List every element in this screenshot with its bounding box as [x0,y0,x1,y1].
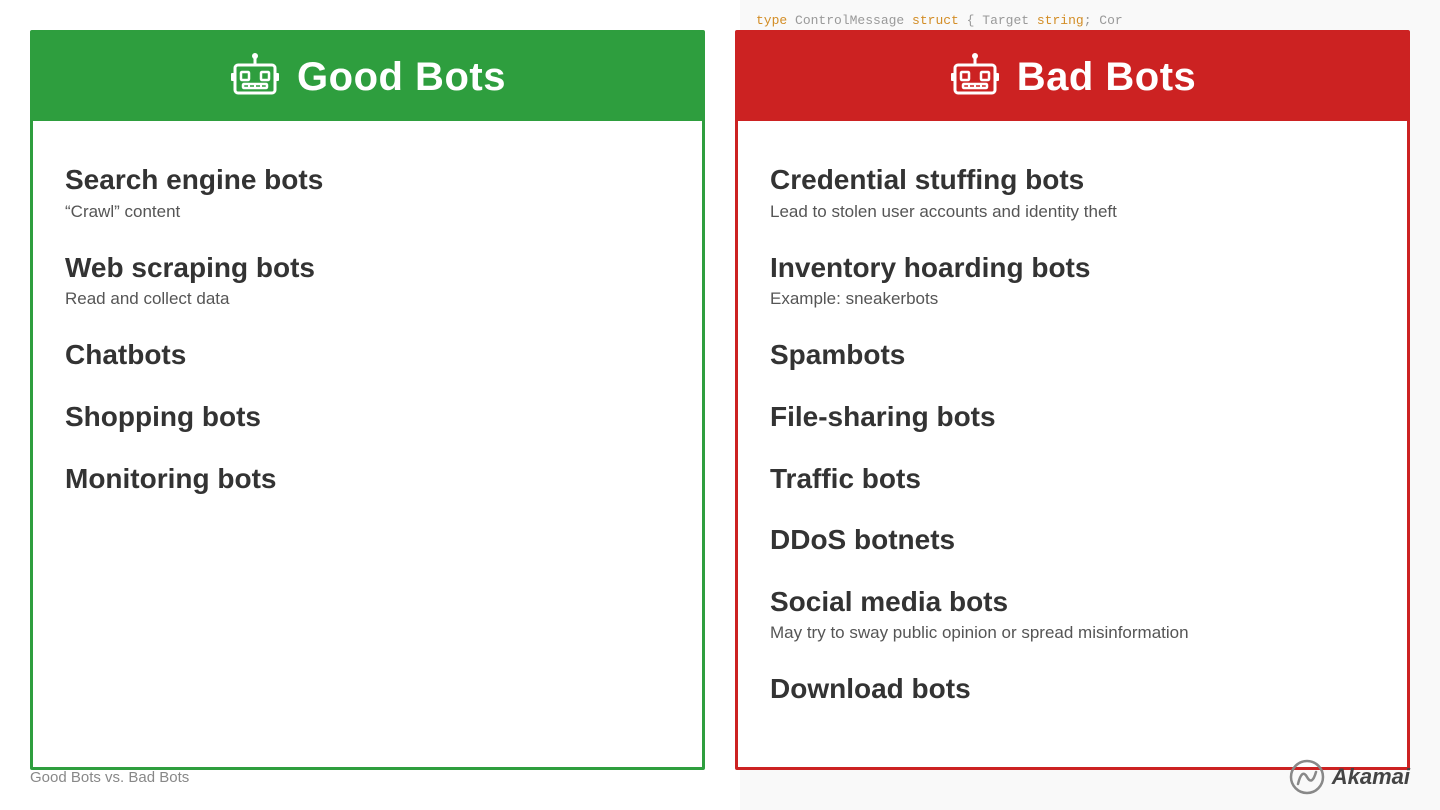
list-item: Chatbots [65,324,670,386]
list-item: Shopping bots [65,386,670,448]
bot-name: Inventory hoarding bots [770,251,1375,285]
akamai-logo: Akamai [1288,758,1410,796]
bot-desc: Example: sneakerbots [770,288,1375,310]
akamai-text: Akamai [1332,764,1410,790]
list-item: Search engine bots “Crawl” content [65,149,670,237]
list-item: Download bots [770,658,1375,720]
bot-name: Shopping bots [65,400,670,434]
good-bots-header: Good Bots [33,33,702,121]
bad-bots-title: Bad Bots [1017,55,1197,100]
bot-name: Search engine bots [65,163,670,197]
list-item: Web scraping bots Read and collect data [65,237,670,325]
good-bots-title: Good Bots [297,55,506,100]
list-item: Credential stuffing bots Lead to stolen … [770,149,1375,237]
bot-desc: “Crawl” content [65,201,670,223]
list-item: Inventory hoarding bots Example: sneaker… [770,237,1375,325]
list-item: Social media bots May try to sway public… [770,571,1375,659]
bot-name: Monitoring bots [65,462,670,496]
bot-name: Spambots [770,338,1375,372]
bot-name: DDoS botnets [770,523,1375,557]
bad-bots-panel: Bad Bots Credential stuffing bots Lead t… [735,30,1410,770]
bot-name: Credential stuffing bots [770,163,1375,197]
good-bots-content: Search engine bots “Crawl” content Web s… [33,121,702,767]
main-container: Good Bots Search engine bots “Crawl” con… [0,0,1440,810]
bot-name: Traffic bots [770,462,1375,496]
bot-name: Chatbots [65,338,670,372]
list-item: Spambots [770,324,1375,386]
list-item: Monitoring bots [65,448,670,510]
bad-bots-header: Bad Bots [738,33,1407,121]
list-item: File-sharing bots [770,386,1375,448]
footer: Good Bots vs. Bad Bots Akamai [30,758,1410,796]
bot-name: File-sharing bots [770,400,1375,434]
list-item: Traffic bots [770,448,1375,510]
bad-bots-content: Credential stuffing bots Lead to stolen … [738,121,1407,767]
bot-name: Social media bots [770,585,1375,619]
footer-label: Good Bots vs. Bad Bots [30,769,189,786]
good-bots-panel: Good Bots Search engine bots “Crawl” con… [30,30,705,770]
akamai-logo-icon [1288,758,1326,796]
bad-bot-icon [949,51,1001,103]
bot-name: Web scraping bots [65,251,670,285]
bot-desc: Read and collect data [65,288,670,310]
good-bot-icon [229,51,281,103]
bot-name: Download bots [770,672,1375,706]
list-item: DDoS botnets [770,509,1375,571]
bot-desc: May try to sway public opinion or spread… [770,622,1375,644]
bot-desc: Lead to stolen user accounts and identit… [770,201,1375,223]
